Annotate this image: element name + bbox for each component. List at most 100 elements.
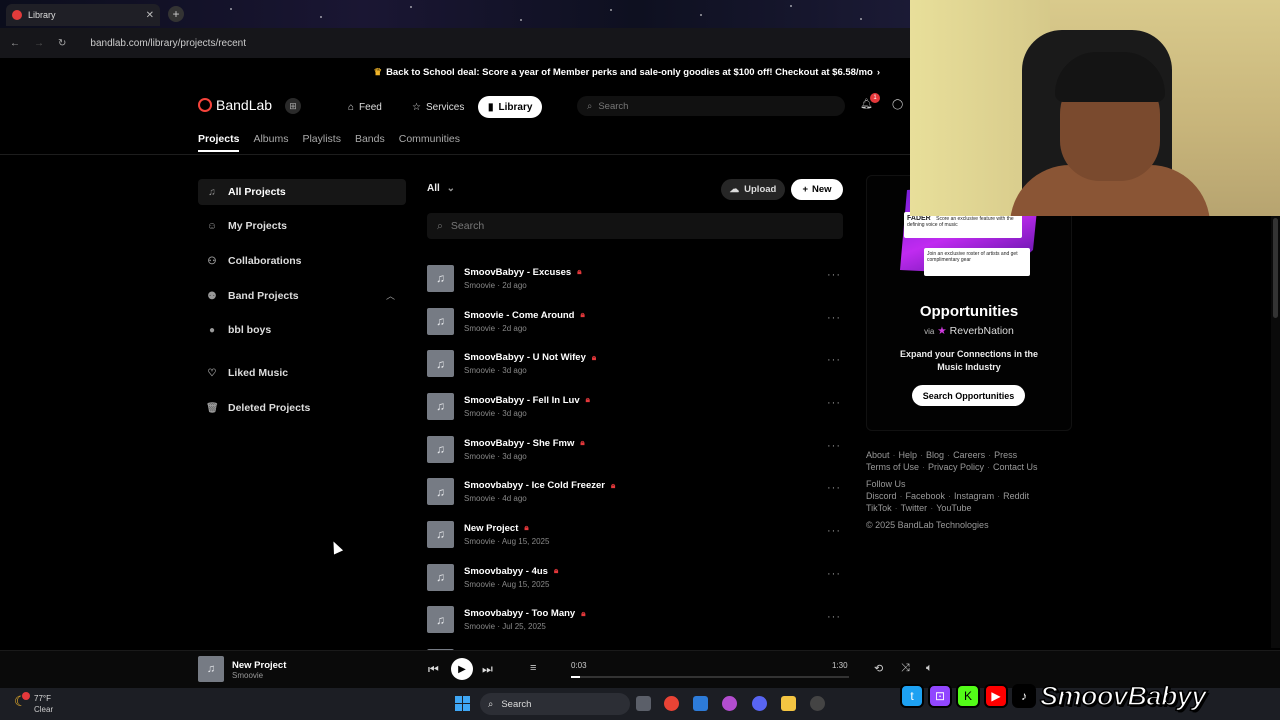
project-title[interactable]: Smoovie - Come Around [464,310,575,321]
filter-dropdown[interactable]: All ⌄ [427,183,455,194]
project-title[interactable]: Smoovbabyy - 4us [464,566,548,577]
windows-start-icon[interactable] [455,696,470,711]
sidebar-item-all-projects[interactable]: ♫ All Projects [198,179,406,205]
project-row[interactable]: ♫ Smoovbabyy - Ice Cold Freezer 🔒︎ Smoov… [427,470,843,513]
now-playing-artist[interactable]: Smoovie [232,671,263,680]
footer-link[interactable]: TikTok [866,503,892,513]
queue-icon[interactable]: ≡ [530,662,536,674]
file-explorer-icon[interactable] [781,696,796,711]
more-options-icon[interactable]: ··· [827,482,841,494]
project-title[interactable]: SmoovBabyy - Fell In Luv [464,395,580,406]
search-opportunities-button[interactable]: Search Opportunities [912,385,1025,406]
next-icon[interactable]: ⏭︎ [482,662,493,677]
project-row[interactable]: ♫ SmoovBabyy - Fell In Luv 🔒︎ Smoovie · … [427,385,843,428]
project-row[interactable]: ♫ SmoovBabyy - U Not Wifey 🔒︎ Smoovie · … [427,342,843,385]
nav-feed[interactable]: ⌂ Feed [338,96,392,118]
tab-bands[interactable]: Bands [355,133,385,152]
back-icon[interactable]: ← [10,38,20,49]
sidebar-item-my-projects[interactable]: ☺ My Projects [198,213,406,239]
previous-icon[interactable]: ⏮︎ [428,662,439,677]
project-row[interactable]: ♫ SmoovBabyy - Excuses 🔒︎ Smoovie · 2d a… [427,257,843,300]
tab-projects[interactable]: Projects [198,133,240,152]
bandlab-logo[interactable]: BandLab [198,97,272,113]
sidebar-item-collaborations[interactable]: ⚇ Collaborations [198,248,406,274]
project-artist[interactable]: Smoovie [464,580,495,589]
more-options-icon[interactable]: ··· [827,440,841,452]
footer-link[interactable]: Reddit [1003,491,1029,501]
new-button[interactable]: + New [791,179,843,200]
project-artist[interactable]: Smoovie [464,409,495,418]
project-row[interactable]: ♫ Smoovbabyy - Too Many 🔒︎ Smoovie · Jul… [427,599,843,642]
play-button[interactable]: ▶ [451,658,473,680]
more-options-icon[interactable]: ··· [827,269,841,281]
project-row[interactable]: ♫ New Project 🔒︎ Smoovie · Aug 15, 2025 … [427,513,843,556]
footer-link[interactable]: Privacy Policy [928,462,984,472]
nav-library[interactable]: ▮ Library [478,96,543,118]
footer-link[interactable]: Terms of Use [866,462,919,472]
photos-icon[interactable] [693,696,708,711]
project-title[interactable]: Smoovbabyy - Too Many [464,608,575,619]
footer-link[interactable]: Careers [953,450,985,460]
forward-icon[interactable]: → [34,38,44,49]
project-title[interactable]: SmoovBabyy - Excuses [464,267,571,278]
tab-communities[interactable]: Communities [399,133,460,152]
more-options-icon[interactable]: ··· [827,525,841,537]
footer-link[interactable]: Twitter [901,503,928,513]
new-tab-button[interactable]: + [168,6,184,22]
footer-link[interactable]: Press [994,450,1017,460]
reload-icon[interactable]: ↻ [58,38,66,49]
more-options-icon[interactable]: ··· [827,312,841,324]
sidebar-item-bbl-boys[interactable]: ● bbl boys [198,317,406,343]
taskbar-search[interactable]: ⌕ Search [480,693,630,715]
chevron-up-icon[interactable]: ︿ [386,289,395,302]
project-row[interactable]: ♫ SmoovBabyy - She Fmw 🔒︎ Smoovie · 3d a… [427,428,843,471]
chat-icon[interactable]: ◯ [892,99,903,110]
footer-link[interactable]: Facebook [906,491,946,501]
tab-playlists[interactable]: Playlists [302,133,341,152]
project-title[interactable]: SmoovBabyy - U Not Wifey [464,352,586,363]
sidebar-item-deleted-projects[interactable]: 🗑︎ Deleted Projects [198,395,406,421]
chrome-icon[interactable] [664,696,679,711]
footer-link[interactable]: About [866,450,890,460]
nav-services[interactable]: ☆ Services [402,96,474,118]
project-title[interactable]: Smoovbabyy - Ice Cold Freezer [464,480,605,491]
promo-banner[interactable]: ♛ Back to School deal: Score a year of M… [0,58,910,86]
project-search-input[interactable]: ⌕ Search [427,213,843,239]
page-scrollbar[interactable] [1271,216,1280,648]
apps-grid-icon[interactable]: ⊞ [285,98,301,114]
footer-link[interactable]: Instagram [954,491,994,501]
browser-tab[interactable]: Library ✕ [6,4,160,26]
more-options-icon[interactable]: ··· [827,354,841,366]
discord-icon[interactable] [752,696,767,711]
footer-link[interactable]: YouTube [936,503,971,513]
music-app-icon[interactable] [722,696,737,711]
volume-icon[interactable]: 🔈︎ [926,662,933,675]
project-row[interactable]: ♫ Smoovie - Come Around 🔒︎ Smoovie · 2d … [427,300,843,343]
upload-button[interactable]: ☁ Upload [721,179,785,200]
repeat-icon[interactable]: ⟲ [874,662,883,675]
footer-link[interactable]: Blog [926,450,944,460]
now-playing-title[interactable]: New Project [232,660,286,671]
global-search-input[interactable]: ⌕ Search [577,96,845,116]
project-artist[interactable]: Smoovie [464,324,495,333]
footer-link[interactable]: Contact Us [993,462,1038,472]
close-tab-icon[interactable]: ✕ [146,10,154,21]
footer-link[interactable]: Discord [866,491,897,501]
more-options-icon[interactable]: ··· [827,611,841,623]
more-options-icon[interactable]: ··· [827,397,841,409]
project-row[interactable]: ♫ Smoovbabyy - 4us 🔒︎ Smoovie · Aug 15, … [427,556,843,599]
more-options-icon[interactable]: ··· [827,568,841,580]
url-field[interactable]: bandlab.com/library/projects/recent [90,38,246,49]
progress-track[interactable] [571,676,849,678]
shuffle-icon[interactable]: ⤨ [901,662,910,675]
project-artist[interactable]: Smoovie [464,366,495,375]
footer-link[interactable]: Help [899,450,918,460]
project-title[interactable]: New Project [464,523,518,534]
sidebar-item-band-projects[interactable]: ⚉ Band Projects [198,283,378,309]
task-view-icon[interactable] [636,696,651,711]
tab-albums[interactable]: Albums [253,133,288,152]
project-row[interactable]: ♫ New Project 🔒︎ Smoovie · ··· [427,641,843,650]
project-artist[interactable]: Smoovie [464,452,495,461]
project-title[interactable]: SmoovBabyy - She Fmw [464,438,574,449]
project-artist[interactable]: Smoovie [464,622,495,631]
